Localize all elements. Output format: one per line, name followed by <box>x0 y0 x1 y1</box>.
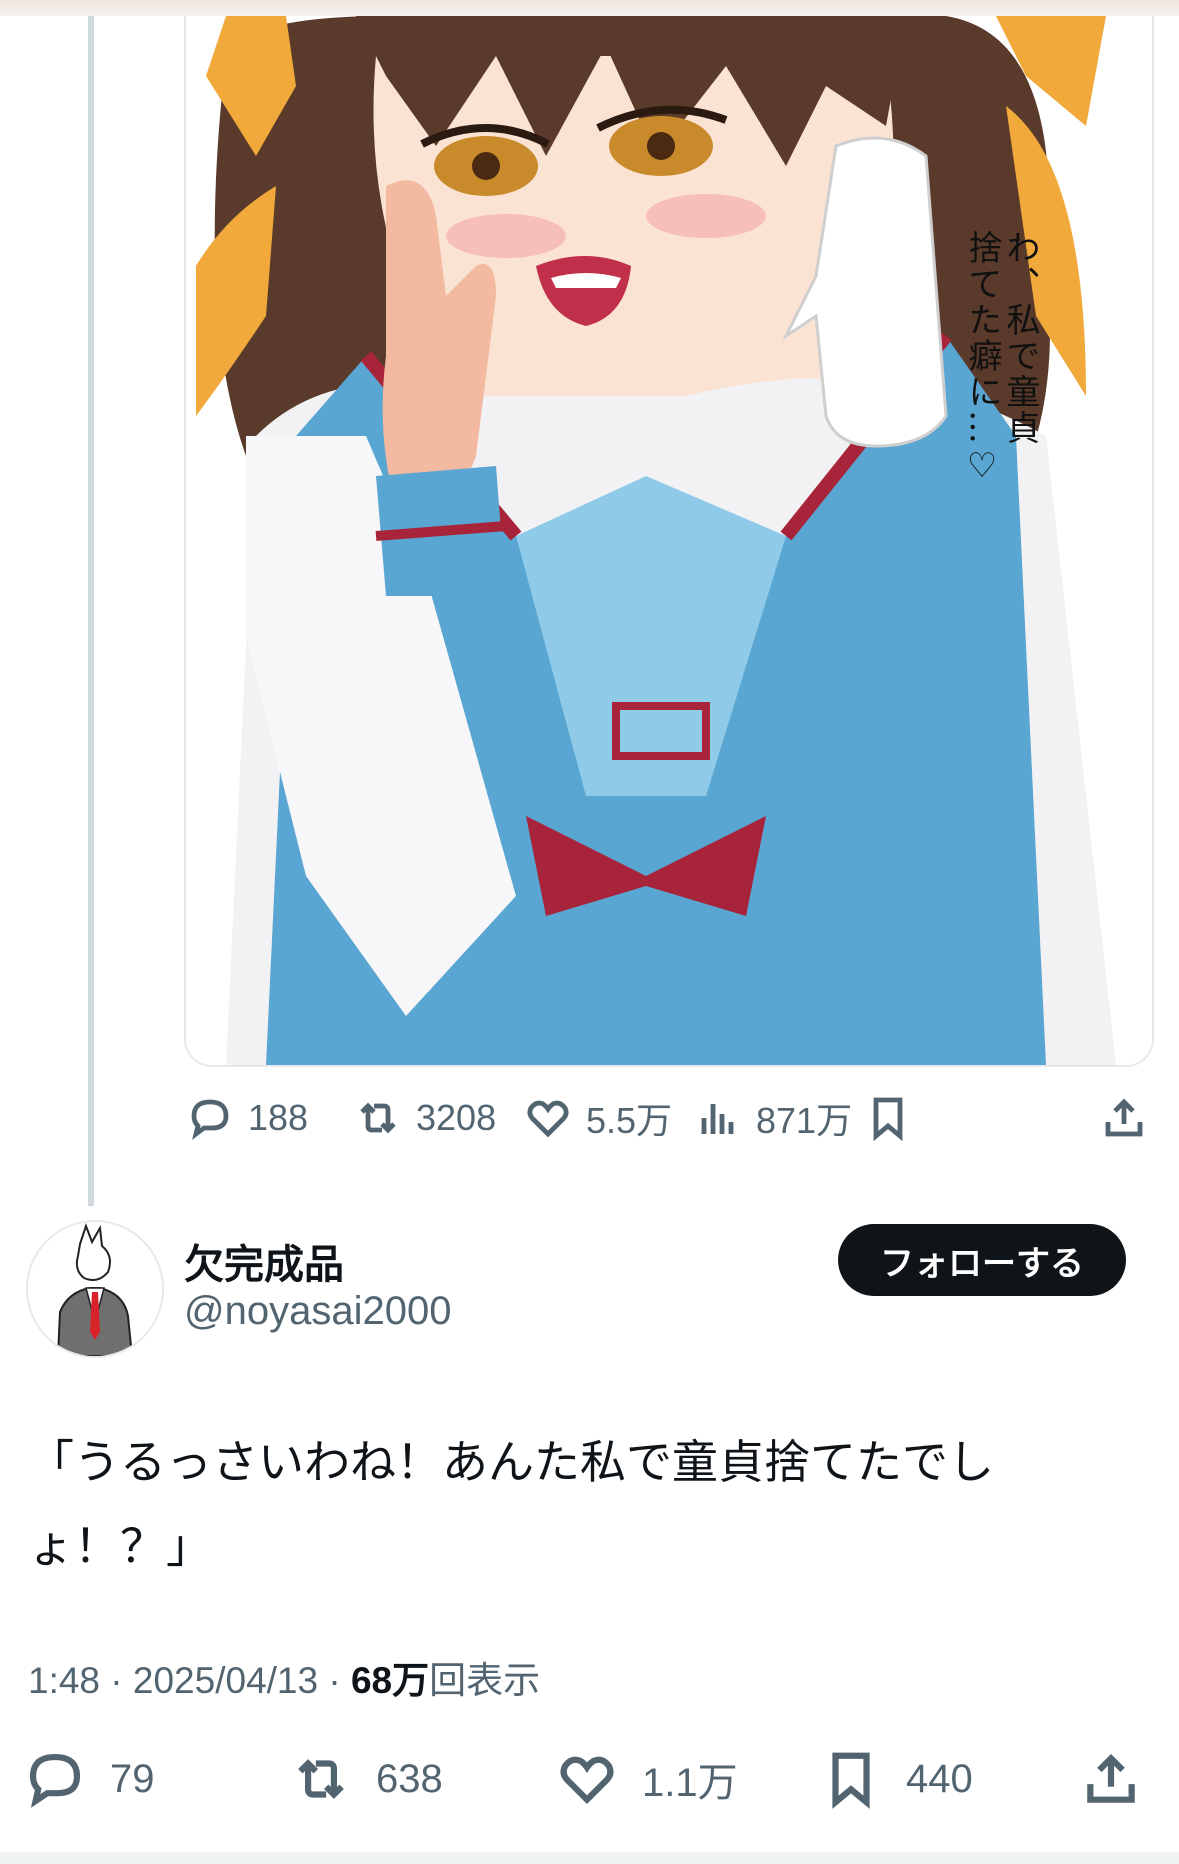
bookmark-button[interactable]: 440 <box>820 1744 973 1814</box>
meta-separator: · <box>328 1660 341 1701</box>
bookmark-icon <box>873 1097 903 1142</box>
views-button[interactable]: 871万 <box>694 1088 852 1148</box>
share-icon <box>1105 1098 1143 1137</box>
repost-button[interactable]: 3208 <box>354 1088 496 1148</box>
reply-button[interactable]: 188 <box>186 1088 308 1148</box>
like-button[interactable]: 5.5万 <box>524 1088 672 1148</box>
repost-button[interactable]: 638 <box>290 1744 443 1814</box>
repost-icon <box>360 1102 396 1134</box>
reply-count: 79 <box>110 1756 155 1801</box>
anime-illustration <box>186 16 1152 1065</box>
share-icon <box>1087 1753 1135 1803</box>
reply-icon <box>191 1099 229 1140</box>
view-count: 68万 <box>350 1660 430 1701</box>
thread-connector-line <box>88 16 94 1206</box>
share-button[interactable] <box>1080 1744 1142 1814</box>
avatar-illustration <box>28 1222 162 1356</box>
like-count: 5.5万 <box>586 1100 673 1141</box>
quoted-post-actions: 188 3208 5.5万 871万 <box>184 1088 1150 1148</box>
reply-icon <box>29 1753 81 1808</box>
reply-count: 188 <box>248 1097 309 1138</box>
views-icon <box>701 1104 734 1134</box>
bookmark-button[interactable] <box>864 1088 912 1148</box>
top-edge <box>0 0 1179 16</box>
speech-bubble-line-1: わ、私で童貞 <box>1000 230 1040 446</box>
bookmark-count: 440 <box>906 1756 973 1801</box>
like-icon <box>527 1100 569 1138</box>
like-count: 1.1万 <box>642 1761 738 1805</box>
user-handle[interactable]: @noyasai2000 <box>184 1289 451 1334</box>
post-meta: 1:48 · 2025/04/13 · 68万回表示 <box>28 1650 540 1704</box>
meta-separator: · <box>110 1660 123 1701</box>
bookmark-icon <box>832 1752 870 1809</box>
post-time[interactable]: 1:48 <box>28 1660 100 1701</box>
post-image[interactable] <box>184 16 1154 1067</box>
post-text: 「うるっさいわね！あんた私で童貞捨てたでしょ！？」 <box>28 1436 994 1572</box>
display-name[interactable]: 欠完成品 <box>184 1232 344 1290</box>
repost-count: 638 <box>376 1756 443 1801</box>
follow-button[interactable]: フォローする <box>838 1224 1126 1296</box>
view-label: 回表示 <box>429 1660 541 1701</box>
repost-count: 3208 <box>416 1097 497 1138</box>
speech-bubble-line-2: 捨てた癖に…♡ <box>962 230 1002 488</box>
views-count: 871万 <box>756 1100 853 1141</box>
divider <box>0 1852 1179 1864</box>
post-actions: 79 638 1.1万 440 <box>0 1744 1179 1814</box>
post-date[interactable]: 2025/04/13 <box>133 1660 318 1701</box>
avatar[interactable] <box>26 1220 164 1358</box>
share-button[interactable] <box>1100 1088 1148 1148</box>
reply-button[interactable]: 79 <box>24 1744 155 1814</box>
repost-icon <box>298 1759 344 1799</box>
like-button[interactable]: 1.1万 <box>556 1744 738 1814</box>
like-icon <box>560 1756 614 1805</box>
